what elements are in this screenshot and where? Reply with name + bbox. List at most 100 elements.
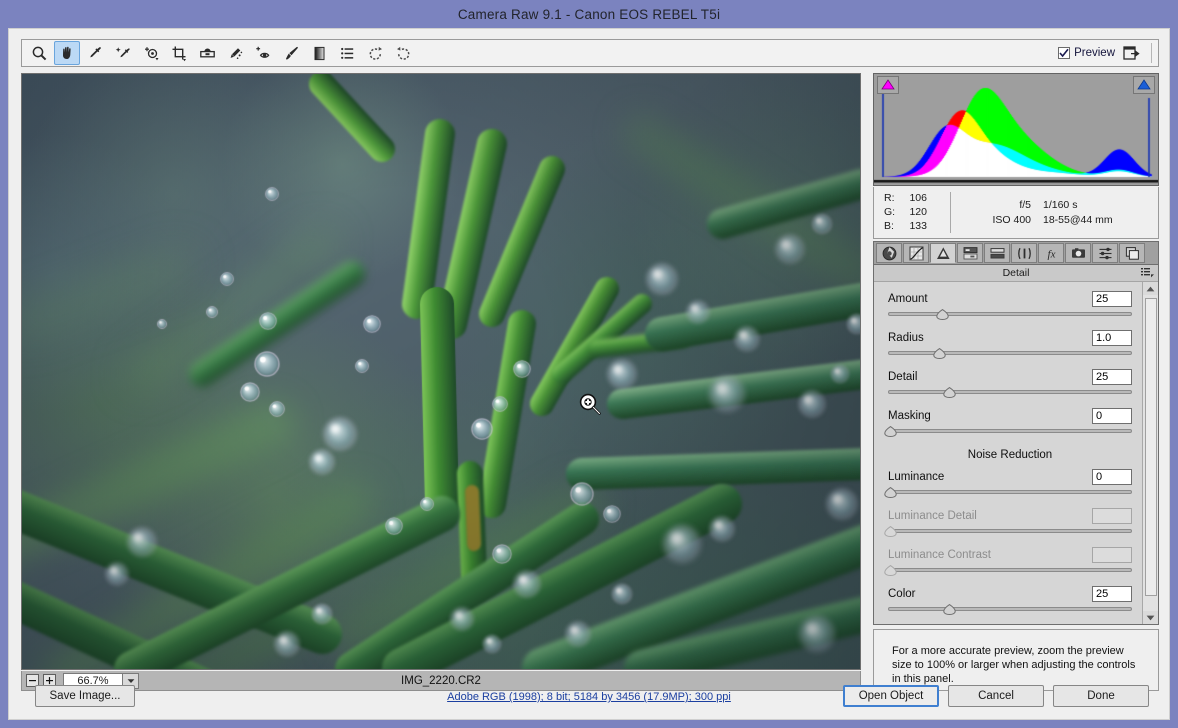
dialog-footer: Save Image... Adobe RGB (1998); 8 bit; 5… bbox=[9, 675, 1169, 719]
slider-value-input[interactable]: 25 bbox=[1092, 369, 1132, 385]
straighten-tool[interactable] bbox=[194, 41, 220, 65]
dialog-buttons: Open Object Cancel Done bbox=[843, 685, 1149, 707]
exif-readout: f/51/160 s ISO 40018-55@44 mm bbox=[951, 187, 1158, 238]
slider-value-input bbox=[1092, 547, 1132, 563]
toolbar: Preview bbox=[21, 39, 1159, 67]
scroll-up-arrow[interactable] bbox=[1143, 282, 1158, 295]
slider-track[interactable] bbox=[888, 425, 1132, 437]
slider-handle[interactable] bbox=[943, 604, 956, 615]
histogram bbox=[873, 73, 1159, 186]
zoom-tool[interactable] bbox=[26, 41, 52, 65]
slider-track bbox=[888, 525, 1132, 537]
done-button[interactable]: Done bbox=[1053, 685, 1149, 707]
white-balance-tool[interactable] bbox=[82, 41, 108, 65]
slider-luminance-contrast: Luminance Contrast bbox=[888, 546, 1132, 576]
dialog-client-area: Preview bbox=[8, 28, 1170, 720]
targeted-adjustment-tool[interactable] bbox=[138, 41, 164, 65]
open-object-button[interactable]: Open Object bbox=[843, 685, 939, 707]
g-value: 120 bbox=[899, 205, 927, 219]
slider-label: Color bbox=[888, 588, 1092, 600]
camera-raw-window: Camera Raw 9.1 - Canon EOS REBEL T5i bbox=[0, 0, 1178, 728]
preview-label: Preview bbox=[1074, 47, 1115, 59]
presets-tool[interactable] bbox=[334, 41, 360, 65]
slider-color[interactable]: Color25 bbox=[888, 585, 1132, 615]
r-label: R: bbox=[884, 191, 899, 205]
slider-handle[interactable] bbox=[936, 309, 949, 320]
slider-track[interactable] bbox=[888, 486, 1132, 498]
shutter-value: 1/160 s bbox=[1043, 199, 1077, 211]
slider-luminance[interactable]: Luminance0 bbox=[888, 468, 1132, 498]
right-column: R:106 G:120 B:133 f/51/160 s ISO 40018-5… bbox=[867, 73, 1159, 691]
panel-tab-bar: fx bbox=[873, 241, 1159, 265]
slider-handle bbox=[884, 526, 897, 537]
panel-title-bar: Detail bbox=[874, 265, 1158, 282]
window-title-bar: Camera Raw 9.1 - Canon EOS REBEL T5i bbox=[0, 0, 1178, 28]
slider-track bbox=[888, 564, 1132, 576]
slider-value-input[interactable]: 25 bbox=[1092, 291, 1132, 307]
crop-tool[interactable] bbox=[166, 41, 192, 65]
slider-handle[interactable] bbox=[884, 426, 897, 437]
tab-snapshots[interactable] bbox=[1119, 243, 1145, 263]
preview-checkbox[interactable] bbox=[1058, 47, 1070, 59]
slider-value-input[interactable]: 0 bbox=[1092, 469, 1132, 485]
tab-detail[interactable] bbox=[930, 243, 956, 263]
hand-tool[interactable] bbox=[54, 41, 80, 65]
slider-value-input[interactable]: 1.0 bbox=[1092, 330, 1132, 346]
slider-label: Detail bbox=[888, 371, 1092, 383]
b-value: 133 bbox=[899, 219, 927, 233]
spot-removal-tool[interactable] bbox=[222, 41, 248, 65]
toolbar-right-group: Preview bbox=[1058, 43, 1158, 63]
tab-split-toning[interactable] bbox=[984, 243, 1010, 263]
fullscreen-toggle-icon[interactable] bbox=[1123, 45, 1141, 61]
rotate-right-tool[interactable] bbox=[390, 41, 416, 65]
color-sampler-tool[interactable] bbox=[110, 41, 136, 65]
svg-text:fx: fx bbox=[1047, 248, 1055, 260]
slider-radius[interactable]: Radius1.0 bbox=[888, 329, 1132, 359]
tab-hsl-grayscale[interactable] bbox=[957, 243, 983, 263]
tab-lens-corrections[interactable] bbox=[1011, 243, 1037, 263]
slider-value-input[interactable]: 0 bbox=[1092, 408, 1132, 424]
cancel-button[interactable]: Cancel bbox=[948, 685, 1044, 707]
scrollbar-thumb[interactable] bbox=[1145, 298, 1157, 596]
noise-reduction-group: Luminance0 Luminance Detail Luminance Cont… bbox=[888, 468, 1132, 624]
slider-masking[interactable]: Masking0 bbox=[888, 407, 1132, 437]
toolbar-divider bbox=[1151, 43, 1152, 63]
detail-panel-scrollbar[interactable] bbox=[1142, 282, 1158, 624]
noise-reduction-heading: Noise Reduction bbox=[888, 449, 1132, 461]
image-preview-area[interactable] bbox=[21, 73, 861, 670]
scroll-down-arrow[interactable] bbox=[1143, 611, 1158, 624]
red-eye-removal-tool[interactable] bbox=[250, 41, 276, 65]
tab-effects[interactable]: fx bbox=[1038, 243, 1064, 263]
tab-presets[interactable] bbox=[1092, 243, 1118, 263]
rotate-left-tool[interactable] bbox=[362, 41, 388, 65]
slider-handle[interactable] bbox=[933, 348, 946, 359]
tab-tone-curve[interactable] bbox=[903, 243, 929, 263]
readout-bar: R:106 G:120 B:133 f/51/160 s ISO 40018-5… bbox=[873, 187, 1159, 239]
detail-panel: Detail Amount25Radius1.0Detail25Masking0… bbox=[873, 265, 1159, 625]
shadow-clipping-indicator[interactable] bbox=[877, 76, 899, 94]
slider-track[interactable] bbox=[888, 347, 1132, 359]
b-label: B: bbox=[884, 219, 899, 233]
rgb-readout: R:106 G:120 B:133 bbox=[874, 187, 950, 238]
highlight-clipping-indicator[interactable] bbox=[1133, 76, 1155, 94]
g-label: G: bbox=[884, 205, 899, 219]
tab-basic[interactable] bbox=[876, 243, 902, 263]
slider-label: Luminance bbox=[888, 471, 1092, 483]
tab-camera-calibration[interactable] bbox=[1065, 243, 1091, 263]
sharpening-group: Amount25Radius1.0Detail25Masking0 bbox=[888, 290, 1132, 437]
slider-track[interactable] bbox=[888, 386, 1132, 398]
slider-label: Luminance Contrast bbox=[888, 549, 1092, 561]
slider-detail[interactable]: Detail25 bbox=[888, 368, 1132, 398]
slider-value-input[interactable]: 25 bbox=[1092, 586, 1132, 602]
graduated-filter-tool[interactable] bbox=[306, 41, 332, 65]
adjustment-brush-tool[interactable] bbox=[278, 41, 304, 65]
slider-luminance-detail: Luminance Detail bbox=[888, 507, 1132, 537]
slider-handle[interactable] bbox=[943, 387, 956, 398]
preview-toggle[interactable]: Preview bbox=[1058, 47, 1115, 59]
lens-value: 18-55@44 mm bbox=[1043, 214, 1113, 226]
slider-amount[interactable]: Amount25 bbox=[888, 290, 1132, 320]
slider-track[interactable] bbox=[888, 308, 1132, 320]
slider-handle[interactable] bbox=[884, 487, 897, 498]
panel-menu-icon[interactable] bbox=[1141, 267, 1154, 281]
slider-track[interactable] bbox=[888, 603, 1132, 615]
